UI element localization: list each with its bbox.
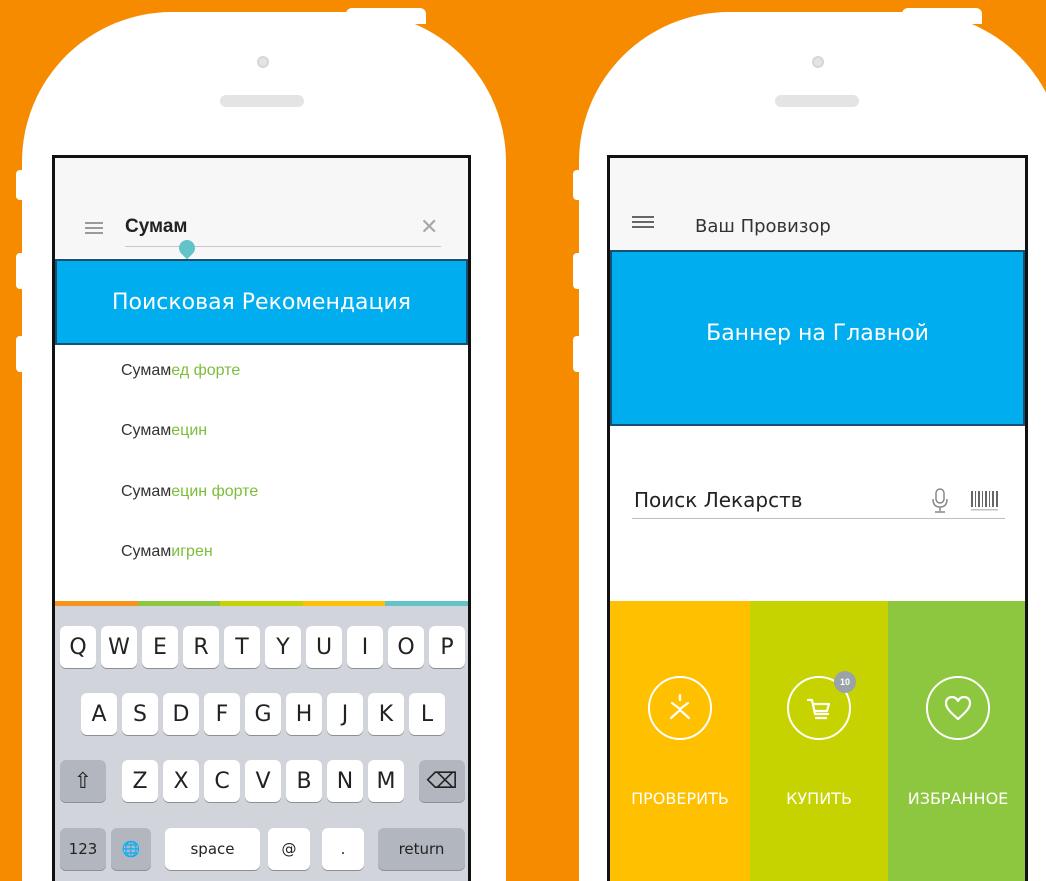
left-phone-screen: Сумам ✕ Поисковая Рекомендация Сумамед ф… <box>52 155 471 881</box>
key-z[interactable]: Z <box>122 760 158 802</box>
keyboard: Q W E R T Y U I O P A S D F G H J K L ⇧ … <box>55 606 468 881</box>
tile-check[interactable]: к ПРОВЕРИТЬ <box>610 601 750 881</box>
right-phone-mute-button <box>573 170 587 200</box>
key-s[interactable]: S <box>122 693 158 735</box>
space-key[interactable]: space <box>165 828 260 870</box>
key-u[interactable]: U <box>306 626 342 668</box>
right-phone-speaker <box>775 95 859 107</box>
tile-favorites[interactable]: ИЗБРАННОЕ <box>888 601 1025 881</box>
key-q[interactable]: Q <box>60 626 96 668</box>
key-x[interactable]: X <box>163 760 199 802</box>
key-p[interactable]: P <box>429 626 465 668</box>
svg-text:к: к <box>678 695 682 702</box>
cart-count-badge: 10 <box>834 671 856 693</box>
right-phone-power-button <box>902 8 982 24</box>
globe-key[interactable]: 🌐 <box>111 828 151 870</box>
key-f[interactable]: F <box>204 693 240 735</box>
barcode-icon[interactable] <box>970 490 1000 512</box>
microphone-icon[interactable] <box>932 488 948 514</box>
key-j[interactable]: J <box>327 693 363 735</box>
dot-key[interactable]: . <box>322 828 364 870</box>
key-a[interactable]: A <box>81 693 117 735</box>
drug-search-underline <box>632 518 1005 519</box>
key-l[interactable]: L <box>409 693 445 735</box>
return-key[interactable]: return <box>378 828 465 870</box>
at-key[interactable]: @ <box>268 828 310 870</box>
left-phone-camera <box>257 56 269 68</box>
key-g[interactable]: G <box>245 693 281 735</box>
left-phone-volume-up-button <box>16 253 30 289</box>
menu-icon[interactable] <box>632 216 654 228</box>
key-h[interactable]: H <box>286 693 322 735</box>
home-banner[interactable]: Баннер на Главной <box>610 250 1025 426</box>
left-phone-power-button <box>346 8 426 24</box>
key-d[interactable]: D <box>163 693 199 735</box>
key-r[interactable]: R <box>183 626 219 668</box>
search-bar: Сумам ✕ <box>55 158 468 258</box>
suggestion-item[interactable]: Сумамед форте <box>121 362 240 380</box>
tile-favorites-label: ИЗБРАННОЕ <box>907 789 1009 808</box>
key-y[interactable]: Y <box>265 626 301 668</box>
key-c[interactable]: C <box>204 760 240 802</box>
heart-icon <box>926 676 990 740</box>
search-underline <box>125 246 441 247</box>
right-phone-volume-up-button <box>573 253 587 289</box>
left-phone-mute-button <box>16 170 30 200</box>
left-phone-speaker <box>220 95 304 107</box>
backspace-key[interactable]: ⌫ <box>419 760 465 802</box>
search-input[interactable]: Сумам <box>125 216 187 238</box>
app-title: Ваш Провизор <box>695 216 831 237</box>
key-v[interactable]: V <box>245 760 281 802</box>
right-phone-volume-down-button <box>573 336 587 372</box>
tile-check-label: ПРОВЕРИТЬ <box>631 789 729 808</box>
drug-search-input[interactable]: Поиск Лекарств <box>634 488 803 512</box>
menu-icon[interactable] <box>85 222 103 234</box>
key-b[interactable]: B <box>286 760 322 802</box>
shift-key[interactable]: ⇧ <box>60 760 106 802</box>
key-m[interactable]: M <box>368 760 404 802</box>
tile-buy-label: КУПИТЬ <box>786 789 852 808</box>
key-w[interactable]: W <box>101 626 137 668</box>
key-t[interactable]: T <box>224 626 260 668</box>
numbers-key[interactable]: 123 <box>60 828 106 870</box>
key-e[interactable]: E <box>142 626 178 668</box>
key-n[interactable]: N <box>327 760 363 802</box>
key-i[interactable]: I <box>347 626 383 668</box>
app-header: Ваш Провизор <box>610 158 1025 250</box>
right-phone-screen: Ваш Провизор Баннер на Главной Поиск Лек… <box>607 155 1028 881</box>
suggestion-item[interactable]: Сумамецин форте <box>121 483 258 501</box>
tile-buy[interactable]: 10 КУПИТЬ <box>750 601 888 881</box>
suggestion-item[interactable]: Сумамецин <box>121 422 207 440</box>
check-icon: к <box>648 676 712 740</box>
suggestion-item[interactable]: Сумамигрен <box>121 543 213 561</box>
right-phone-camera <box>812 56 824 68</box>
left-phone-volume-down-button <box>16 336 30 372</box>
close-icon[interactable]: ✕ <box>420 216 438 238</box>
key-k[interactable]: K <box>368 693 404 735</box>
key-o[interactable]: O <box>388 626 424 668</box>
search-recommendation-banner[interactable]: Поисковая Рекомендация <box>55 259 468 345</box>
